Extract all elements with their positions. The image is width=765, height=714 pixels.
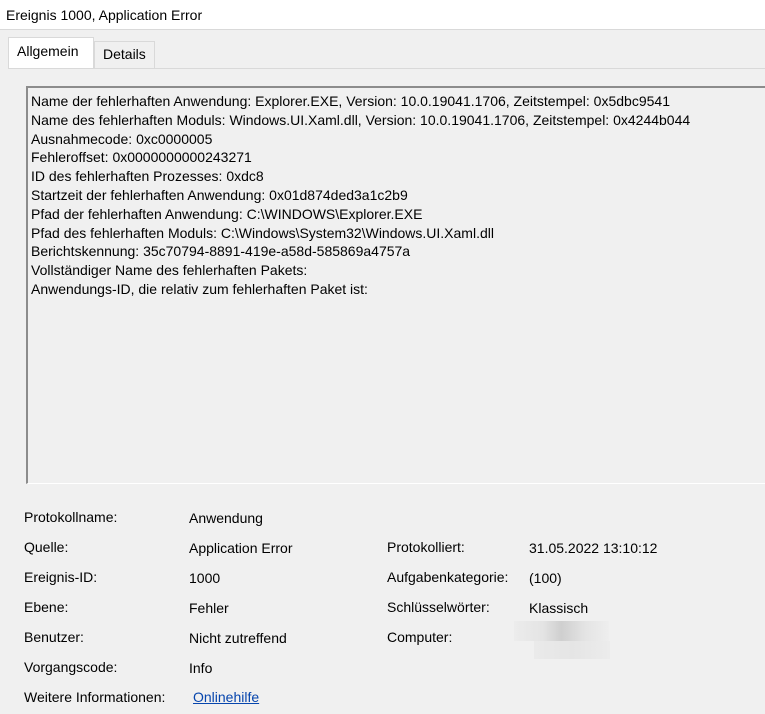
window-titlebar: Ereignis 1000, Application Error <box>0 0 765 30</box>
log-name-value[interactable]: Anwendung <box>189 509 263 527</box>
source-label: Quelle: <box>24 539 69 555</box>
user-label: Benutzer: <box>24 629 84 645</box>
opcode-value[interactable]: Info <box>189 659 212 677</box>
tab-details[interactable]: Details <box>94 41 155 68</box>
description-line: Anwendungs-ID, die relativ zum fehlerhaf… <box>31 280 368 297</box>
computer-value-redacted <box>514 621 609 641</box>
event-description-box[interactable]: Name der fehlerhaften Anwendung: Explore… <box>26 86 765 484</box>
event-description-text: Name der fehlerhaften Anwendung: Explore… <box>31 92 690 299</box>
description-line: ID des fehlerhaften Prozesses: 0xdc8 <box>31 168 264 185</box>
description-line: Name der fehlerhaften Anwendung: Explore… <box>31 93 670 109</box>
more-info-label: Weitere Informationen: <box>24 689 166 705</box>
logged-value[interactable]: 31.05.2022 13:10:12 <box>529 539 657 557</box>
description-line: Vollständiger Name des fehlerhaften Pake… <box>31 262 308 279</box>
keywords-value[interactable]: Klassisch <box>529 599 588 617</box>
level-value[interactable]: Fehler <box>189 599 229 617</box>
event-id-value[interactable]: 1000 <box>189 569 220 587</box>
description-line: Pfad des fehlerhaften Moduls: C:\Windows… <box>31 224 494 241</box>
keywords-label: Schlüsselwörter: <box>387 599 490 615</box>
description-line: Berichtskennung: 35c70794-8891-419e-a58d… <box>31 243 411 260</box>
window-title: Ereignis 1000, Application Error <box>6 7 203 23</box>
description-line: Startzeit der fehlerhaften Anwendung: 0x… <box>31 186 408 203</box>
description-line: Ausnahmecode: 0xc0000005 <box>31 130 213 147</box>
tab-panel-border <box>8 68 765 69</box>
level-label: Ebene: <box>24 599 69 615</box>
log-name-label: Protokollname: <box>24 509 118 525</box>
description-line: Fehleroffset: 0x0000000000243271 <box>31 149 252 166</box>
user-value[interactable]: Nicht zutreffend <box>189 629 287 647</box>
event-id-label: Ereignis-ID: <box>24 569 98 585</box>
tab-allgemein[interactable]: Allgemein <box>8 37 94 68</box>
task-category-label: Aufgabenkategorie: <box>387 569 509 585</box>
online-help-link[interactable]: Onlinehilfe <box>193 688 259 706</box>
source-value[interactable]: Application Error <box>189 539 293 557</box>
opcode-label: Vorgangscode: <box>24 659 118 675</box>
description-line: Pfad der fehlerhaften Anwendung: C:\WIND… <box>31 205 423 222</box>
description-line: Name des fehlerhaften Moduls: Windows.UI… <box>31 111 691 128</box>
computer-label: Computer: <box>387 629 453 645</box>
computer-value-redacted-lower <box>534 641 610 659</box>
logged-label: Protokolliert: <box>387 539 465 555</box>
task-category-value[interactable]: (100) <box>529 569 562 587</box>
